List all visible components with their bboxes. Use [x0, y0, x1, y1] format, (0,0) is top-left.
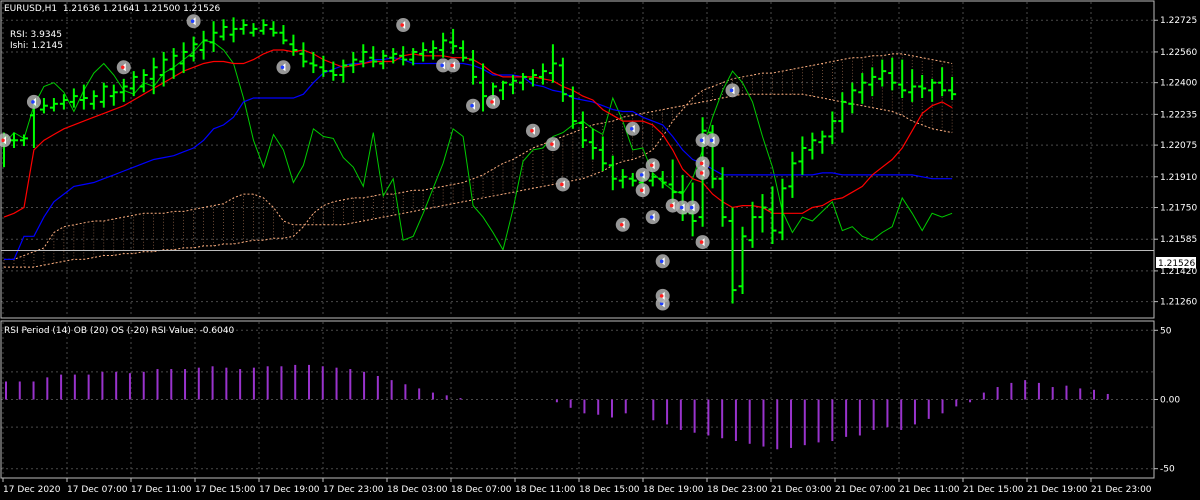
trade-marker-sell: [116, 60, 131, 75]
marker-dot: [699, 240, 704, 244]
marker-dot: [440, 63, 444, 68]
price-tick-label: 1.21750: [1160, 204, 1197, 214]
trade-marker-buy: [26, 94, 41, 109]
trade-marker-sell: [486, 94, 501, 109]
trade-marker-sell: [695, 156, 710, 171]
marker-dot: [709, 138, 714, 143]
marker-dot: [689, 205, 694, 210]
marker-dot: [729, 88, 734, 93]
trade-marker-sell: [545, 137, 560, 152]
rsi-tick-label: 50: [1160, 326, 1172, 336]
trade-marker-buy: [685, 200, 700, 215]
time-tick-label: 17 Dec 2020: [3, 485, 61, 495]
trade-marker-buy: [186, 14, 201, 29]
marker-dot: [649, 215, 654, 219]
time-tick-label: 21 Dec 19:00: [1027, 485, 1088, 495]
marker-dot: [120, 65, 125, 70]
time-tick-label: 18 Dec 19:00: [643, 485, 704, 495]
current-price-label: 1.21526: [1158, 259, 1195, 269]
time-tick-label: 17 Dec 15:00: [195, 485, 256, 495]
marker-dot: [669, 203, 674, 208]
marker-dot: [649, 163, 654, 168]
time-tick-label: 17 Dec 19:00: [259, 485, 320, 495]
trade-marker-buy: [276, 60, 291, 75]
price-tick-label: 1.22560: [1160, 48, 1197, 58]
price-tick-label: 1.22725: [1160, 16, 1197, 26]
time-tick-label: 17 Dec 07:00: [67, 485, 128, 495]
marker-dot: [699, 171, 704, 175]
marker-dot: [1, 138, 5, 143]
time-tick-label: 18 Dec 11:00: [515, 485, 576, 495]
time-tick-label: 18 Dec 23:00: [707, 485, 768, 495]
marker-dot: [560, 182, 564, 187]
time-tick-label: 18 Dec 15:00: [579, 485, 640, 495]
marker-dot: [490, 100, 494, 104]
trade-marker-sell: [645, 158, 660, 173]
price-tick-label: 1.21585: [1160, 235, 1197, 245]
trade-marker-sell: [525, 123, 540, 138]
trade-marker-sell: [555, 177, 570, 192]
trade-marker-buy: [655, 254, 670, 269]
marker-dot: [659, 259, 664, 264]
trade-marker-buy: [625, 121, 640, 136]
trade-marker-sell: [396, 18, 411, 33]
time-tick-label: 21 Dec 11:00: [899, 485, 960, 495]
time-tick-label: 18 Dec 03:00: [387, 485, 448, 495]
trade-marker-sell: [655, 288, 670, 303]
price-tick-label: 1.22400: [1160, 79, 1197, 89]
time-tick-label: 21 Dec 23:00: [1091, 485, 1152, 495]
marker-dot: [659, 294, 664, 298]
marker-dot: [31, 100, 35, 104]
marker-dot: [470, 103, 474, 108]
marker-dot: [530, 128, 534, 133]
time-tick-label: 21 Dec 15:00: [963, 485, 1024, 495]
marker-dot: [629, 126, 634, 131]
chart-background: [0, 0, 1200, 500]
trade-marker-buy: [705, 133, 720, 148]
subwindow-title: RSI Period (14) OB (20) OS (-20) RSI Val…: [4, 326, 235, 336]
time-tick-label: 21 Dec 03:00: [771, 485, 832, 495]
marker-dot: [450, 63, 454, 68]
trade-marker-buy: [436, 58, 451, 73]
chart-canvas: 1.22725 1.22560 1.22400 1.22235 1.22075 1.219…: [0, 0, 1200, 500]
trade-marker-buy: [725, 83, 740, 98]
rsi-readout: RSI: 3.9345: [10, 30, 63, 40]
marker-dot: [699, 161, 704, 166]
trade-marker-buy: [645, 210, 660, 225]
time-tick-label: 18 Dec 07:00: [451, 485, 512, 495]
trade-marker-buy: [466, 98, 481, 113]
price-tick-label: 1.22235: [1160, 110, 1197, 120]
marker-dot: [639, 173, 644, 177]
window-title: EURUSD,H1 1.21636 1.21641 1.21500 1.2152…: [4, 4, 221, 14]
ishi-readout: Ishi: 1.2145: [10, 41, 63, 51]
marker-dot: [400, 23, 405, 27]
price-tick-label: 1.21260: [1160, 298, 1197, 308]
marker-dot: [280, 65, 285, 70]
time-tick-label: 17 Dec 23:00: [323, 485, 384, 495]
trade-marker-sell: [615, 217, 630, 232]
trade-marker-sell: [635, 183, 650, 198]
marker-dot: [550, 142, 554, 146]
price-tick-label: 1.22075: [1160, 141, 1197, 151]
marker-dot: [699, 138, 704, 143]
marker-dot: [619, 223, 624, 227]
marker-dot: [679, 205, 684, 210]
time-tick-label: 17 Dec 11:00: [131, 485, 192, 495]
rsi-tick-label: 0.00: [1160, 396, 1180, 406]
price-tick-label: 1.21910: [1160, 173, 1197, 183]
time-tick-label: 21 Dec 07:00: [835, 485, 896, 495]
marker-dot: [639, 188, 644, 193]
rsi-tick-label: -50: [1160, 465, 1175, 475]
marker-dot: [190, 19, 195, 24]
trade-marker-sell: [695, 235, 710, 250]
